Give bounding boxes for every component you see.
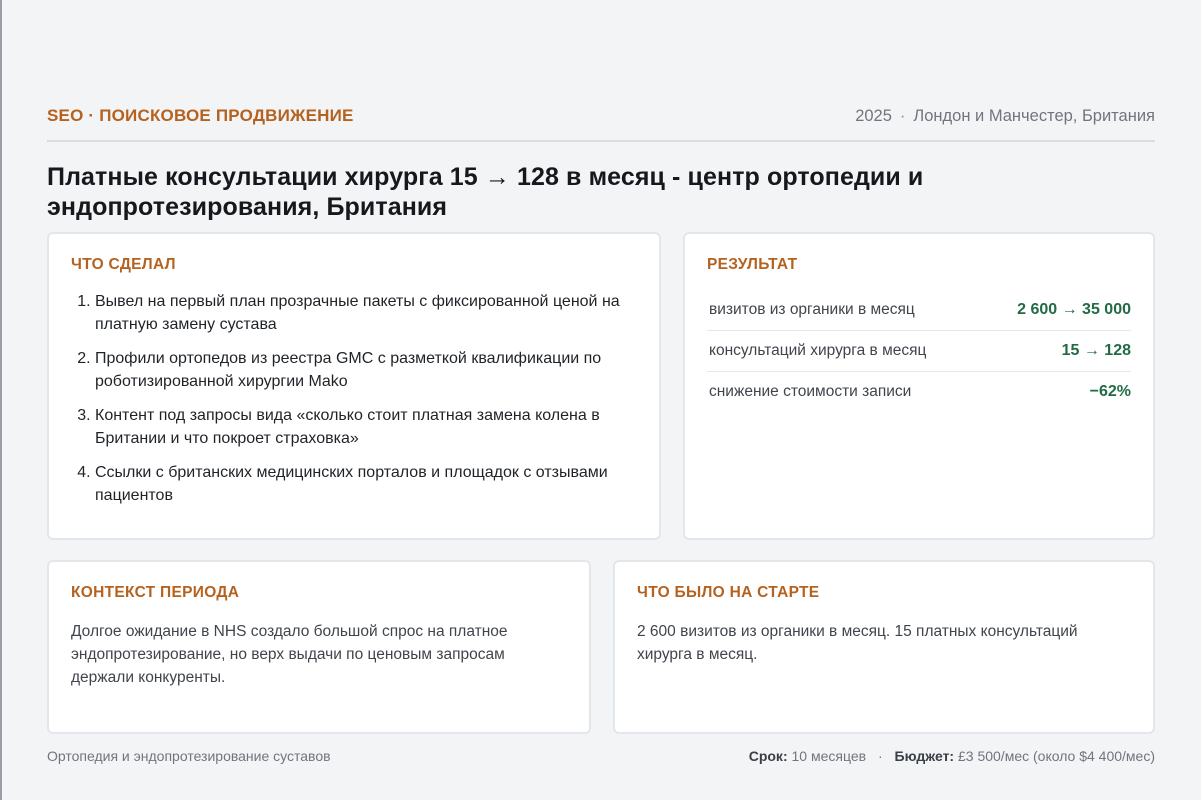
list-item: Ссылки с британских медицинских порталов… [95,461,665,507]
context-text: Долгое ожидание в NHS создало большой сп… [71,623,508,686]
term-label: Срок: [748,748,788,764]
start-card: ЧТО БЫЛО НА СТАРТЕ 2 600 визитов из орга… [613,560,1155,734]
list-item: Профили ортопедов из реестра GMC с разме… [95,347,665,393]
budget-value: £3 500/мес (около $4 400/мес) [957,748,1155,764]
results-heading: РЕЗУЛЬТАТ [707,256,798,273]
what-done-card: ЧТО СДЕЛАЛ Вывел на первый план прозрачн… [47,232,661,540]
location-label: Лондон и Манчестер, Британия [913,106,1155,125]
category-label: SEO · ПОИСКОВОЕ ПРОДВИЖЕНИЕ [47,106,354,125]
start-text: 2 600 визитов из органики в месяц. 15 пл… [637,623,1078,663]
results-card: РЕЗУЛЬТАТ визитов из органики в месяц 2 … [683,232,1155,540]
meta-info: 2025 · Лондон и Манчестер, Британия [855,107,1155,126]
result-value: −62% [1089,383,1131,400]
footer-separator: · [877,748,883,764]
result-value: 2 600 → 35 000 [1017,301,1131,318]
result-value: 15 → 128 [1061,342,1131,359]
result-label: консультаций хирурга в месяц [709,342,927,359]
case-study-page: SEO · ПОИСКОВОЕ ПРОДВИЖЕНИЕ 2025 · Лондо… [47,104,1155,764]
start-heading: ЧТО БЫЛО НА СТАРТЕ [637,584,820,601]
list-item: Вывел на первый план прозрачные пакеты с… [95,290,665,336]
niche-label: Ортопедия и эндопротезирование суставов [47,748,331,764]
meta-separator: · [899,106,906,125]
list-item: Контент под запросы вида «сколько стоит … [95,404,665,450]
what-done-heading: ЧТО СДЕЛАЛ [71,256,176,273]
context-card: КОНТЕКСТ ПЕРИОДА Долгое ожидание в NHS с… [47,560,591,734]
what-done-list: Вывел на первый план прозрачные пакеты с… [71,290,665,518]
budget-label: Бюджет: [894,748,955,764]
result-label: снижение стоимости записи [709,383,912,400]
footer: Ортопедия и эндопротезирование суставов … [47,748,1155,764]
year-label: 2025 [855,106,892,125]
result-label: визитов из органики в месяц [709,301,915,318]
term-value: 10 месяцев [791,748,867,764]
context-heading: КОНТЕКСТ ПЕРИОДА [71,584,240,601]
terms: Срок: 10 месяцев · Бюджет: £3 500/мес (о… [749,748,1155,764]
results-table: визитов из органики в месяц 2 600 → 35 0… [707,290,1131,412]
result-row: консультаций хирурга в месяц 15 → 128 [707,331,1131,372]
header-bar: SEO · ПОИСКОВОЕ ПРОДВИЖЕНИЕ 2025 · Лондо… [47,104,1155,142]
result-row: снижение стоимости записи −62% [707,372,1131,412]
result-row: визитов из органики в месяц 2 600 → 35 0… [707,290,1131,331]
page-title: Платные консультации хирурга 15 → 128 в … [47,163,924,221]
